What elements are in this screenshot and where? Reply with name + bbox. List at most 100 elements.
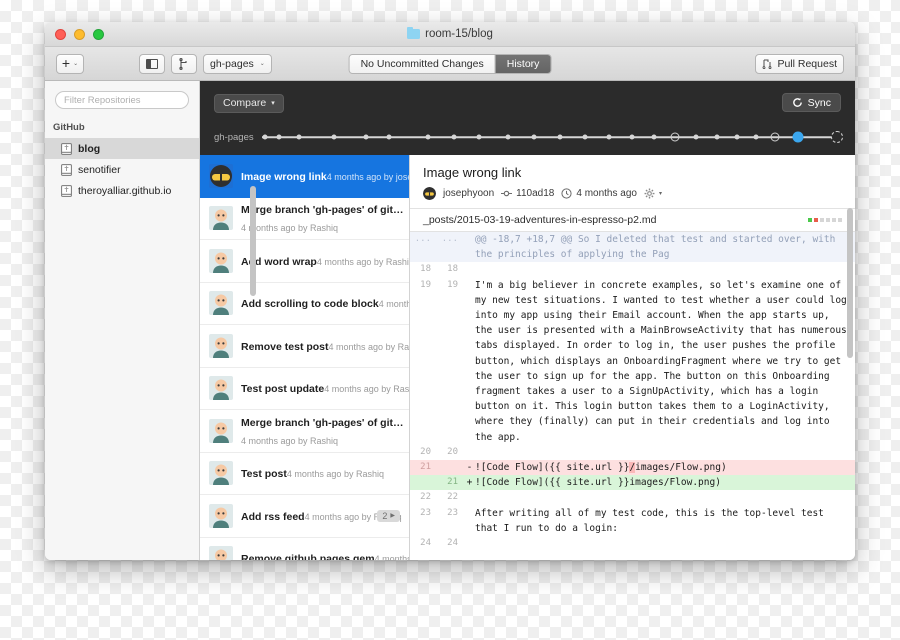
- diff-gutter-old: 19: [420, 279, 431, 290]
- diff-gutter-new: 24: [447, 538, 458, 549]
- commit-timeline: gh-pages: [214, 127, 843, 147]
- diff-gutter-old: ...: [414, 234, 431, 244]
- timeline-node[interactable]: [296, 134, 302, 140]
- avatar: [209, 291, 233, 316]
- sync-button[interactable]: Sync: [781, 93, 841, 112]
- diff-scrollbar[interactable]: [847, 208, 853, 358]
- diff-line-ctx: 20 20: [410, 445, 855, 460]
- timeline-node[interactable]: [386, 134, 392, 140]
- commit-meta: 4 months ago by Rashiq: [328, 341, 410, 352]
- timeline-node-current[interactable]: [792, 131, 804, 143]
- commit-list-item[interactable]: Test post update4 months ago by Rashiq: [200, 368, 409, 410]
- person-avatar: [209, 546, 233, 560]
- commit-list-item[interactable]: Add word wrap4 months ago by Rashiq: [200, 240, 409, 283]
- close-button[interactable]: [55, 28, 66, 40]
- timeline-node[interactable]: [476, 134, 482, 140]
- commit-meta: 4 months ago by josephyoon: [326, 171, 409, 182]
- changed-file-row[interactable]: _posts/2015-03-19-adventures-in-espresso…: [410, 209, 855, 232]
- timeline-node[interactable]: [582, 134, 588, 140]
- timeline-node[interactable]: [629, 134, 635, 140]
- timeline-node[interactable]: [734, 134, 740, 140]
- timeline-node[interactable]: [505, 134, 511, 140]
- timeline-node[interactable]: [670, 132, 680, 142]
- tab-uncommitted-changes[interactable]: No Uncommitted Changes: [349, 54, 495, 73]
- branch-selector[interactable]: gh-pages ⌄: [203, 53, 272, 74]
- timeline-node[interactable]: [363, 134, 369, 140]
- diff-stat-blocks: [807, 217, 842, 223]
- branch-icon: [178, 57, 187, 70]
- avatar: [209, 206, 233, 231]
- timeline-node[interactable]: [714, 134, 720, 140]
- person-avatar: [209, 206, 233, 231]
- filter-repositories-input[interactable]: Filter Repositories: [55, 91, 189, 109]
- diff-gutter-new: ...: [441, 234, 458, 244]
- diff-stat-block: [807, 217, 812, 223]
- chevron-down-icon: ⌄: [259, 61, 265, 67]
- timeline-node[interactable]: [770, 132, 780, 142]
- commit-list-item[interactable]: Remove github pages gem4 months ago by R…: [200, 538, 409, 560]
- timeline-track[interactable]: [261, 129, 843, 145]
- commit-count-label: 2: [382, 510, 388, 521]
- maximize-button[interactable]: [93, 28, 104, 40]
- diff-viewer[interactable]: ...... @@ -18,7 +18,7 @@ So I deleted tha…: [410, 232, 855, 560]
- commit-list-scrollbar[interactable]: [250, 186, 256, 296]
- timeline-node[interactable]: [331, 134, 337, 140]
- toggle-sidebar-button[interactable]: [139, 53, 165, 74]
- timeline-node[interactable]: [276, 134, 282, 140]
- person-avatar: [209, 461, 233, 486]
- person-avatar: [209, 248, 233, 273]
- timeline-node[interactable]: [451, 134, 457, 140]
- pull-request-label: Pull Request: [777, 57, 837, 70]
- sidebar-item-theroyalliar-github-io[interactable]: theroyalliar.github.io: [45, 180, 199, 201]
- sidebar-item-blog[interactable]: blog: [45, 138, 199, 159]
- window-title-group: room-15/blog: [45, 22, 855, 46]
- commit-list-item[interactable]: Merge branch 'gh-pages' of git…4 months …: [200, 198, 409, 240]
- sidebar-group-label: GitHub: [53, 122, 85, 133]
- timeline-node[interactable]: [425, 134, 431, 140]
- commit-text: Test post update4 months ago by Rashiq: [241, 379, 409, 397]
- commit-text: Remove github pages gem4 months ago by R…: [241, 549, 409, 560]
- sidebar-panel-icon: [146, 58, 158, 69]
- commit-list[interactable]: Image wrong link4 months ago by josephyo…: [200, 155, 410, 560]
- chevron-down-icon: ⌄: [73, 61, 79, 67]
- timeline-node[interactable]: [557, 134, 563, 140]
- diff-line-ctx: 23 23 After writing all of my test code, t…: [410, 506, 855, 536]
- pull-request-button[interactable]: Pull Request: [755, 53, 844, 74]
- timeline-node[interactable]: [651, 134, 657, 140]
- window-controls: [55, 28, 104, 40]
- gear-icon: [644, 188, 655, 199]
- timeline-node[interactable]: [753, 134, 759, 140]
- commit-title: Add rss feed: [241, 510, 305, 523]
- person-avatar: [209, 291, 233, 316]
- timeline-node[interactable]: [606, 134, 612, 140]
- commit-list-item[interactable]: Add scrolling to code block4 months ago …: [200, 283, 409, 325]
- timeline-node[interactable]: [531, 134, 537, 140]
- window-titlebar: room-15/blog: [45, 22, 855, 47]
- view-segmented-control: No Uncommitted Changes History: [348, 53, 552, 74]
- commit-actions-menu[interactable]: ▾: [644, 188, 662, 199]
- commit-list-item[interactable]: Image wrong link4 months ago by josephyo…: [200, 155, 409, 198]
- compare-button[interactable]: Compare ▾: [214, 93, 284, 113]
- minimize-button[interactable]: [74, 28, 85, 40]
- create-branch-button[interactable]: [171, 53, 197, 74]
- commit-list-item[interactable]: Merge branch 'gh-pages' of git…4 months …: [200, 410, 409, 453]
- add-repository-button[interactable]: + ⌄: [56, 53, 84, 74]
- commit-count-badge[interactable]: 2 ▶: [377, 509, 400, 522]
- commit-list-item[interactable]: Add rss feed4 months ago by Rashiq 2 ▶: [200, 495, 409, 538]
- repo-icon: [61, 142, 72, 155]
- window-title: room-15/blog: [425, 28, 493, 40]
- commit-list-item[interactable]: Test post4 months ago by Rashiq: [200, 453, 409, 495]
- timeline-node[interactable]: [262, 134, 268, 140]
- tab-history[interactable]: History: [494, 54, 551, 73]
- commit-sha-group: 110ad18: [501, 188, 554, 199]
- timeline-node[interactable]: [693, 134, 699, 140]
- commit-title: Test post update: [241, 383, 325, 396]
- diff-stat-block: [819, 217, 824, 223]
- commit-title: Add scrolling to code block: [241, 298, 379, 311]
- commit-meta: 4 months ago by Rashiq: [374, 554, 410, 560]
- sidebar-item-senotifier[interactable]: senotifier: [45, 159, 199, 180]
- compare-label: Compare: [223, 97, 267, 109]
- commit-list-item[interactable]: Remove test post4 months ago by Rashiq: [200, 325, 409, 368]
- commit-author: josephyoon: [443, 188, 495, 199]
- diff-marker: +: [466, 477, 473, 489]
